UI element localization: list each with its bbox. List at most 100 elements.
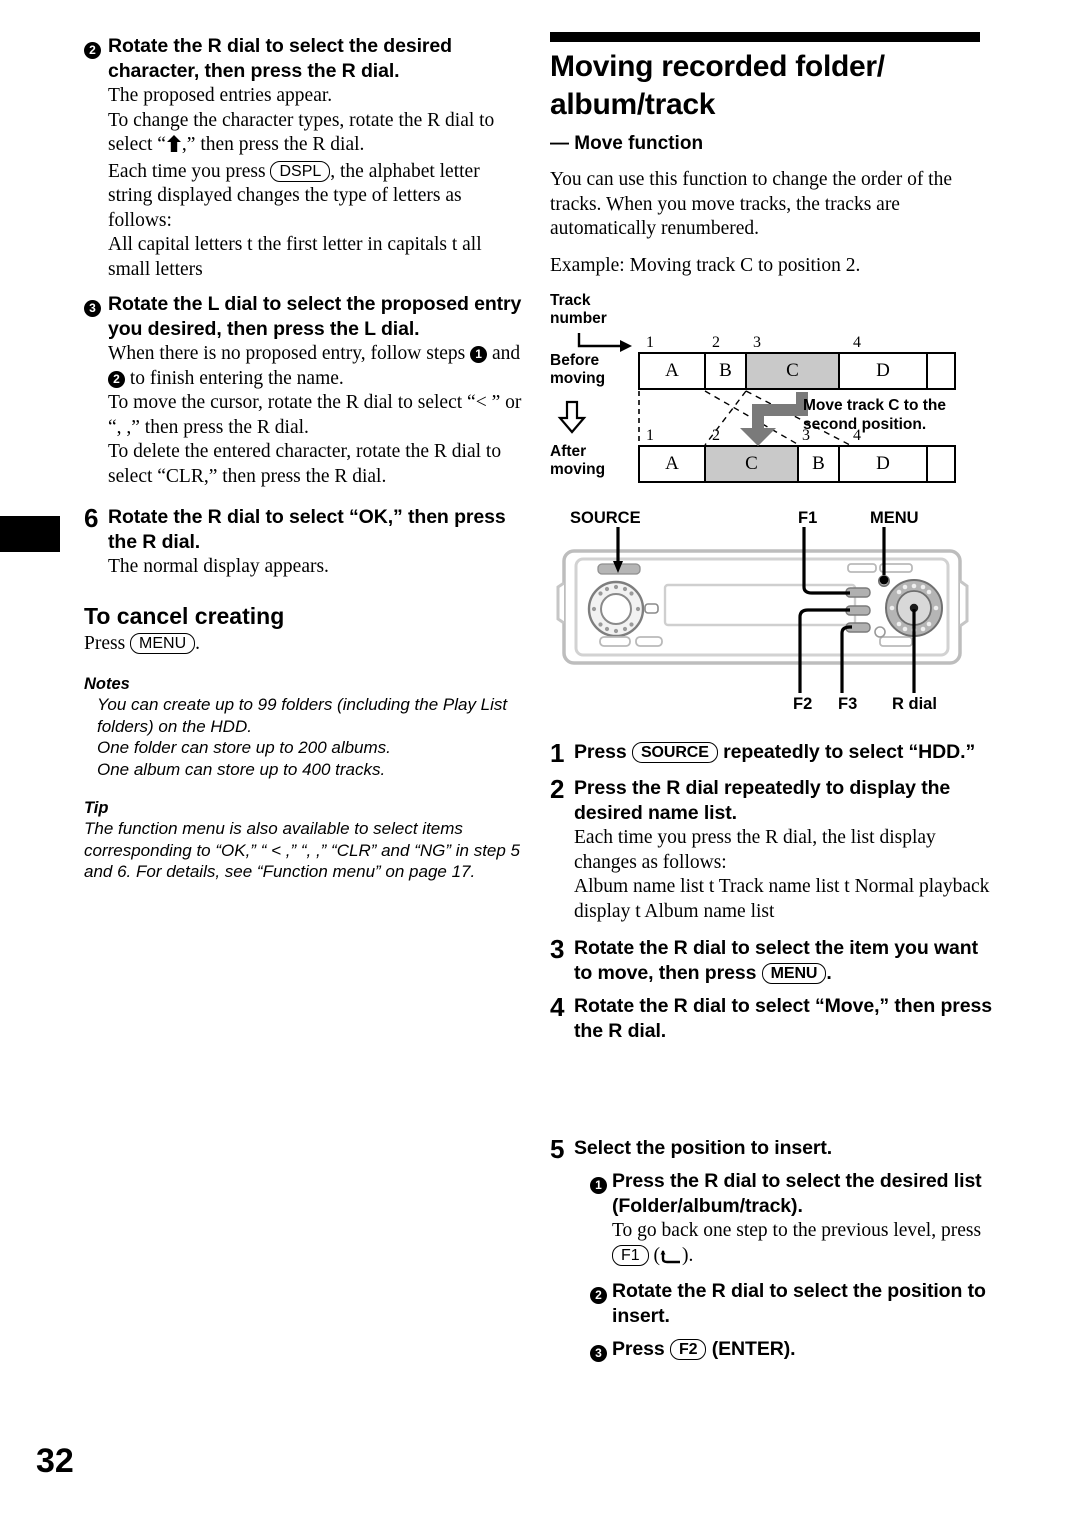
section-rule [550,32,980,42]
step-detail-2: To change the character types, rotate th… [108,109,524,160]
substep-marker: 2 [590,1279,612,1305]
detail-text-a: To go back one step to the previous leve… [612,1220,982,1241]
layout-spacer [550,1044,994,1134]
up-arrow-svg [166,135,181,152]
substep-heading: Press F2 (ENTER). [612,1337,994,1362]
head-text-b: repeatedly to select “HDD.” [717,741,976,763]
notes-item-3: One album can store up to 400 tracks. [97,759,386,779]
step-heading: Rotate the R dial to select “OK,” then p… [108,506,506,553]
head-unit-svg [556,527,969,693]
left-step-6: 6 Rotate the R dial to select “OK,” then… [84,505,524,580]
f1-button[interactable]: F1 [612,1244,649,1266]
step-marker: 2 [84,34,108,60]
page-subtitle: — Move function [550,133,704,154]
manual-page: 2 Rotate the R dial to select the desire… [0,0,1080,1529]
circled-number-2: 2 [108,370,125,388]
step-marker: 5 [550,1134,565,1164]
right-step-3: 3 Rotate the R dial to select the item y… [550,936,994,986]
circled-number: 3 [84,300,101,317]
detail-text-b: and [487,343,521,364]
step-marker: 3 [550,934,565,964]
move-arrow-icon [736,392,810,451]
step-detail-3: Each time you press DSPL, the alphabet l… [108,160,524,234]
head-unit-illustration: SOURCE F1 MENU F2 F3 R dial [550,509,994,724]
step-detail-4: All capital letters t the first letter i… [108,234,482,280]
circled-number-1: 1 [470,346,488,363]
step-detail-1: The proposed entries appear. [108,85,333,106]
head-text-b: . [826,962,832,984]
source-button[interactable]: SOURCE [631,742,718,763]
substep-detail: To go back one step to the previous leve… [612,1219,994,1271]
step-heading: Rotate the L dial to select the proposed… [108,293,522,340]
circled-number: 2 [84,42,101,59]
page-number: 32 [36,1442,74,1480]
tip-heading: Tip [84,799,109,817]
substep-marker: 1 [590,1169,612,1195]
detail-text-c: ). [682,1244,694,1266]
left-column: 2 Rotate the R dial to select the desire… [84,32,524,883]
menu-button[interactable]: MENU [761,963,827,984]
left-step-2: 2 Rotate the R dial to select the desire… [84,34,524,282]
substep-heading: Press the R dial to select the desired l… [612,1170,982,1217]
up-arrow-glyph-icon [166,135,182,160]
step-detail-1: Each time you press the R dial, the list… [574,827,936,873]
return-arrow-icon [660,1247,682,1272]
substep-1: 1 Press the R dial to select the desired… [590,1169,994,1271]
step-heading: Press SOURCE repeatedly to select “HDD.” [574,740,994,765]
cancel-section-heading: To cancel creating [84,602,285,629]
step-heading: Rotate the R dial to select the desired … [108,35,452,82]
head-text-b: (ENTER). [706,1338,796,1360]
step-marker: 3 [84,292,108,318]
right-step-1: 1 Press SOURCE repeatedly to select “HDD… [550,740,994,766]
callout-line-2: second position. [803,416,927,433]
return-arrow-svg [660,1249,681,1263]
cancel-instruction: Press MENU. [84,632,524,657]
notes-heading: Notes [84,675,130,693]
track-move-diagram: Track number Before moving After moving … [550,288,994,503]
step-heading: Select the position to insert. [574,1137,833,1159]
detail-text-c: to finish entering the name. [125,367,344,389]
detail-text-b: ( [648,1244,661,1266]
right-step-2: 2 Press the R dial repeatedly to display… [550,776,994,924]
f2-button[interactable]: F2 [669,1339,707,1360]
step-marker: 2 [550,774,565,804]
step-marker: 4 [550,992,565,1022]
step-heading: Rotate the R dial to select “Move,” then… [574,995,992,1042]
step-detail-2: Album name list t Track name list t Norm… [574,876,990,922]
notes-item-1: You can create up to 99 folders (includi… [97,695,508,736]
circled-number: 1 [590,1177,607,1194]
callout-line-1: Move track C to the [803,397,946,414]
display-panel-icon [663,583,857,627]
page-title-line-2: album/track [550,88,716,121]
notes-item-2: One folder can store up to 200 albums. [97,738,391,757]
step-detail-1: When there is no proposed entry, follow … [108,342,524,391]
detail-text-c: Each time you press [108,160,271,182]
right-column: Moving recorded folder/ album/track — Mo… [550,32,994,1363]
circled-number: 3 [590,1345,607,1362]
step-marker: 6 [84,503,99,533]
step-heading: Press the R dial repeatedly to display t… [574,777,951,824]
circled-number: 2 [590,1287,607,1304]
detail-text-a: When there is no proposed entry, follow … [108,343,471,364]
press-label: Press [84,632,131,654]
dspl-button[interactable]: DSPL [270,160,331,182]
menu-button[interactable]: MENU [130,632,196,654]
substep-2: 2 Rotate the R dial to select the positi… [590,1279,994,1329]
step-detail-2: To move the cursor, rotate the R dial to… [108,392,522,438]
section-edge-tab [0,516,60,552]
intro-paragraph: You can use this function to change the … [550,169,953,239]
substep-marker: 3 [590,1337,612,1363]
step-heading: Rotate the R dial to select the item you… [574,936,994,986]
page-title-line-1: Moving recorded folder/ [550,50,885,83]
substep-heading: Rotate the R dial to select the position… [612,1280,986,1327]
right-step-4: 4 Rotate the R dial to select “Move,” th… [550,994,994,1044]
head-text-a: Press [574,741,632,763]
head-text-a: Press [612,1338,670,1360]
step-marker: 1 [550,738,565,768]
example-paragraph: Example: Moving track C to position 2. [550,254,861,276]
step-detail-1: The normal display appears. [108,556,329,577]
right-step-5: 5 Select the position to insert. 1 Press… [550,1136,994,1363]
period: . [195,632,201,654]
move-arrow-svg [740,392,808,446]
detail-text-b: ,” then press the R dial. [181,134,365,155]
